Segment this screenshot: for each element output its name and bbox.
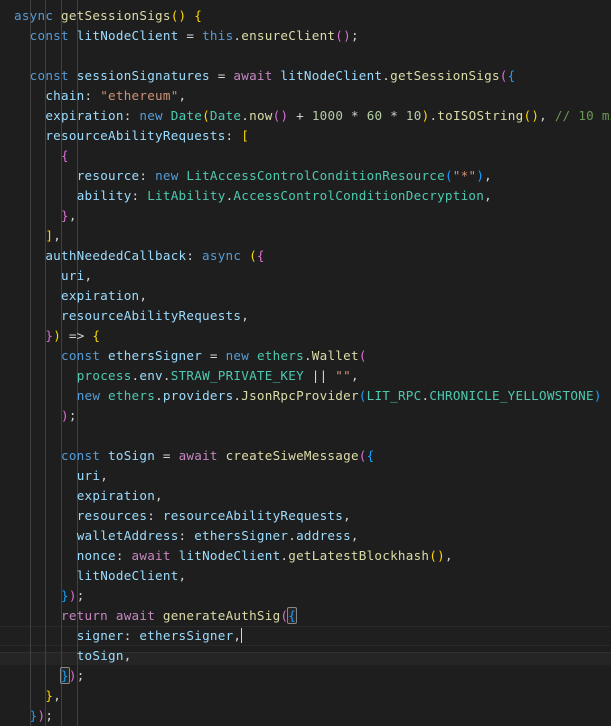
- code-line-text: },: [61, 208, 77, 223]
- code-line-text: resourceAbilityRequests: [: [45, 128, 250, 143]
- code-line-text: expiration,: [76, 488, 163, 503]
- code-line[interactable]: ability: LitAbility.AccessControlConditi…: [0, 186, 611, 206]
- code-line-text: toSign,: [76, 648, 132, 663]
- code-line-text: async getSessionSigs() {: [14, 8, 203, 23]
- code-line-text: },: [45, 688, 62, 703]
- code-line[interactable]: const litNodeClient = this.ensureClient(…: [0, 26, 611, 46]
- code-line[interactable]: });: [0, 586, 611, 606]
- code-line-text: });: [61, 588, 85, 603]
- code-line[interactable]: const toSign = await createSiweMessage({: [0, 446, 611, 466]
- code-line-text: ability: LitAbility.AccessControlConditi…: [76, 188, 492, 203]
- code-line-text: const toSign = await createSiweMessage({: [61, 448, 375, 463]
- code-editor[interactable]: async getSessionSigs() { const litNodeCl…: [0, 0, 611, 726]
- code-line[interactable]: return await generateAuthSig({: [0, 606, 611, 626]
- code-line-text: const ethersSigner = new ethers.Wallet(: [61, 348, 367, 363]
- code-line[interactable]: });: [0, 666, 611, 686]
- code-line[interactable]: {: [0, 146, 611, 166]
- code-line[interactable]: });: [0, 706, 611, 726]
- code-line-text: chain: "ethereum",: [45, 88, 187, 103]
- code-line[interactable]: );: [0, 406, 611, 426]
- code-line[interactable]: }) => {: [0, 326, 611, 346]
- code-line[interactable]: uri,: [0, 466, 611, 486]
- code-line[interactable]: resourceAbilityRequests: [: [0, 126, 611, 146]
- code-line[interactable]: uri,: [0, 266, 611, 286]
- code-line-text: ],: [45, 228, 62, 243]
- code-line[interactable]: resource: new LitAccessControlConditionR…: [0, 166, 611, 186]
- code-line[interactable]: expiration,: [0, 286, 611, 306]
- code-line-text: walletAddress: ethersSigner.address,: [76, 528, 359, 543]
- code-line[interactable]: expiration,: [0, 486, 611, 506]
- code-line[interactable]: signer: ethersSigner,: [0, 626, 611, 646]
- code-line[interactable]: },: [0, 206, 611, 226]
- bracket-match-close: }: [60, 667, 70, 684]
- code-line-text: authNeededCallback: async ({: [45, 248, 265, 263]
- code-line[interactable]: const sessionSignatures = await litNodeC…: [0, 66, 611, 86]
- code-line-text: resource: new LitAccessControlConditionR…: [76, 168, 492, 183]
- code-line-text: uri,: [61, 268, 93, 283]
- code-line[interactable]: ],: [0, 226, 611, 246]
- code-line[interactable]: expiration: new Date(Date.now() + 1000 *…: [0, 106, 611, 126]
- text-cursor: [241, 628, 243, 643]
- code-line-text: });: [60, 667, 85, 684]
- code-line[interactable]: chain: "ethereum",: [0, 86, 611, 106]
- code-line[interactable]: [0, 426, 611, 446]
- code-line[interactable]: },: [0, 686, 611, 706]
- code-line-text: expiration,: [61, 288, 148, 303]
- code-line-text: uri,: [76, 468, 109, 483]
- code-line[interactable]: nonce: await litNodeClient.getLatestBloc…: [0, 546, 611, 566]
- code-line[interactable]: new ethers.providers.JsonRpcProvider(LIT…: [0, 386, 611, 406]
- code-line-text: }) => {: [45, 328, 101, 343]
- code-surface[interactable]: async getSessionSigs() { const litNodeCl…: [0, 0, 611, 726]
- code-line-text: signer: ethersSigner,: [76, 628, 243, 643]
- bracket-match-open: {: [287, 607, 298, 624]
- code-line-text: nonce: await litNodeClient.getLatestBloc…: [76, 548, 453, 563]
- code-line-text: process.env.STRAW_PRIVATE_KEY || "",: [76, 368, 359, 383]
- code-line-text: });: [29, 708, 54, 723]
- code-line[interactable]: authNeededCallback: async ({: [0, 246, 611, 266]
- code-line[interactable]: [0, 46, 611, 66]
- code-line-text: return await generateAuthSig({: [61, 607, 298, 624]
- code-line-text: const sessionSignatures = await litNodeC…: [29, 68, 516, 83]
- code-line[interactable]: resources: resourceAbilityRequests,: [0, 506, 611, 526]
- code-line-text: new ethers.providers.JsonRpcProvider(LIT…: [76, 388, 602, 403]
- code-line[interactable]: process.env.STRAW_PRIVATE_KEY || "",: [0, 366, 611, 386]
- code-line[interactable]: async getSessionSigs() {: [0, 6, 611, 26]
- code-line[interactable]: walletAddress: ethersSigner.address,: [0, 526, 611, 546]
- code-line[interactable]: litNodeClient,: [0, 566, 611, 586]
- code-line-text: resourceAbilityRequests,: [61, 308, 250, 323]
- code-line-text: );: [61, 408, 77, 423]
- code-line-text: resources: resourceAbilityRequests,: [76, 508, 351, 523]
- code-line[interactable]: resourceAbilityRequests,: [0, 306, 611, 326]
- code-line-text: const litNodeClient = this.ensureClient(…: [29, 28, 359, 43]
- code-line-text: {: [61, 148, 69, 163]
- code-line-text: expiration: new Date(Date.now() + 1000 *…: [45, 108, 611, 123]
- code-line-text: litNodeClient,: [76, 568, 187, 583]
- code-lines-container[interactable]: async getSessionSigs() { const litNodeCl…: [0, 6, 611, 726]
- code-line[interactable]: const ethersSigner = new ethers.Wallet(: [0, 346, 611, 366]
